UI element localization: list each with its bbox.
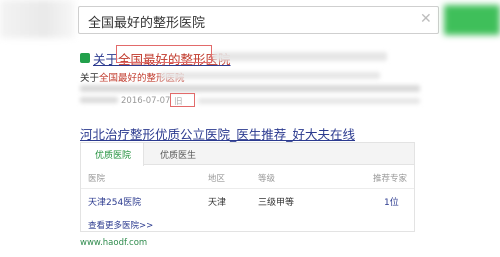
table-cell-level: 三级甲等 [258,198,295,208]
result1-snippet-prefix: 关于 [80,73,100,84]
snippet-blur-3 [80,97,118,103]
table-cell-experts[interactable]: 1位 [384,195,399,208]
result1-title-prefix: 关于 [93,52,119,67]
snippet-blur-1 [160,72,380,79]
table-header-region: 地区 [208,174,226,184]
more-hospitals-link[interactable]: 查看更多医院>> [88,219,153,231]
close-icon[interactable]: ✕ [420,11,432,27]
tab-hospitals[interactable]: 优质医院 [95,148,131,161]
table-cell-region: 天津 [208,198,227,208]
result1-title-blurred [212,52,387,61]
table-cell-hospital[interactable]: 天津254医院 [88,195,141,208]
site-logo [0,0,75,38]
tab-doctors[interactable]: 优质医生 [160,148,196,161]
table-divider [81,188,414,189]
snippet-blur-4 [198,98,420,104]
table-header-hospital: 医院 [88,174,106,184]
site-badge-icon [80,53,90,63]
table-header-level: 等级 [258,174,276,184]
result2-url: www.haodf.com [80,238,148,248]
table-header-experts: 推荐专家 [373,174,408,184]
title-highlight-box [116,45,212,63]
search-query-text[interactable]: 全国最好的整形医院 [88,12,205,31]
result2-title[interactable]: 河北治疗整形优质公立医院_医生推荐_好大夫在线 [80,124,355,143]
search-button[interactable] [444,5,500,35]
result1-date: 2016-07-07 [121,96,171,106]
result1-tag: 旧 [174,97,183,107]
snippet-blur-2 [80,85,420,92]
